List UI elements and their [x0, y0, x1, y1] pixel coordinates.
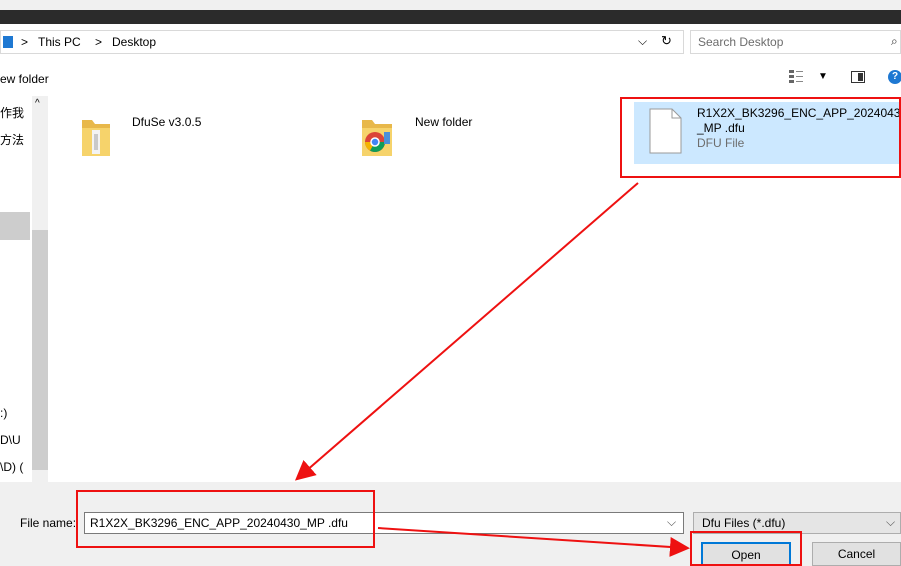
annotation-arrow-to-open	[377, 527, 690, 557]
annotation-arrow-to-filename	[294, 182, 639, 481]
annotation-arrows	[294, 182, 690, 557]
